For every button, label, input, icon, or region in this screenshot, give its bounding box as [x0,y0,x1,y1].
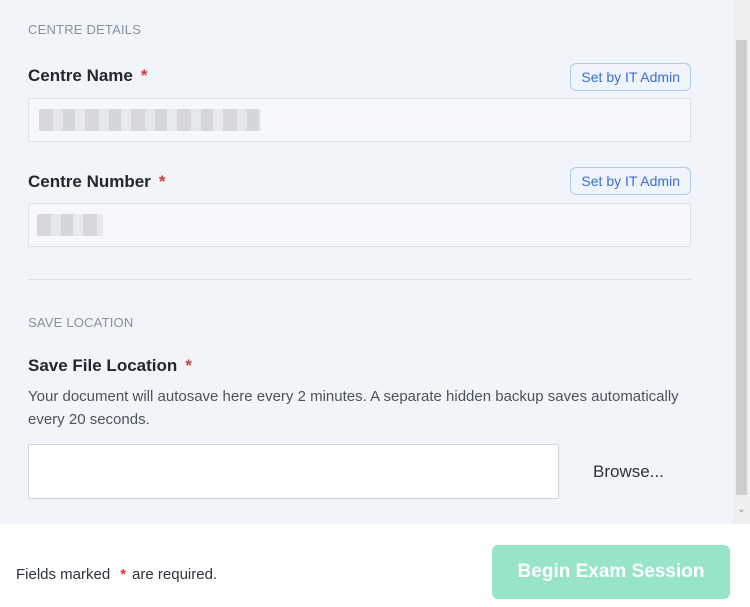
save-path-input[interactable] [28,444,559,499]
required-asterisk: * [158,172,166,191]
scrollbar-thumb[interactable] [736,40,747,495]
browse-button[interactable]: Browse... [593,462,664,482]
autosave-help-text: Your document will autosave here every 2… [28,388,679,428]
redacted-centre-name [39,109,261,131]
centre-number-set-by-admin-badge: Set by IT Admin [570,167,691,195]
required-asterisk: * [120,566,127,583]
required-fields-note: Fields marked * are required. [16,566,218,583]
begin-exam-session-button[interactable]: Begin Exam Session [492,545,730,599]
required-asterisk: * [140,66,148,85]
centre-name-label: Centre Name * [28,66,148,85]
centre-number-field[interactable] [28,203,691,247]
form-footer: Fields marked * are required. Begin Exam S… [0,524,750,607]
scroll-down-arrow-icon[interactable]: ⌄ [733,500,750,520]
redacted-centre-number [37,214,103,236]
required-asterisk: * [185,356,192,375]
save-location-heading: SAVE LOCATION [28,315,134,330]
centre-number-label: Centre Number * [28,172,166,191]
centre-details-heading: CENTRE DETAILS [28,22,142,37]
section-divider [28,279,691,280]
save-file-location-label: Save File Location * [28,356,192,375]
centre-name-set-by-admin-badge: Set by IT Admin [570,63,691,91]
centre-name-field[interactable] [28,98,691,142]
form-scroll-area: CENTRE DETAILS Centre Name * Set by IT Ad… [0,0,750,524]
